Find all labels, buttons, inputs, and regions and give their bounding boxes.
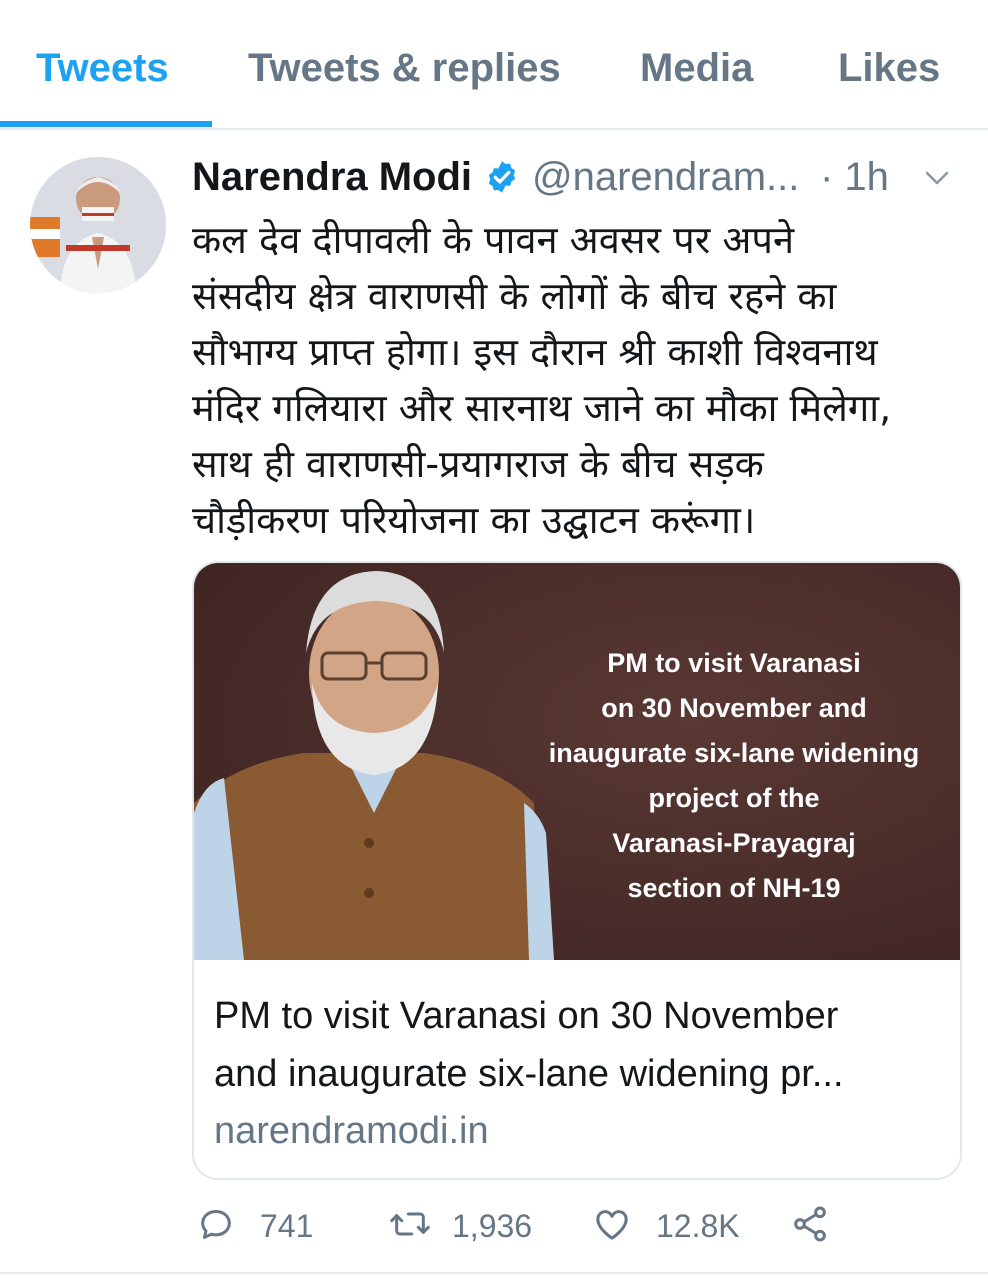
tweet-actions: 741 1,936 12.8K [192,1198,892,1254]
profile-tabs: Tweets Tweets & replies Media Likes [0,0,988,130]
card-title-line: PM to visit Varanasi on 30 November [214,995,839,1037]
like-icon [596,1210,628,1240]
share-button[interactable] [790,1198,846,1254]
author-name[interactable]: Narendra Modi [192,151,472,203]
verified-badge-icon [488,161,516,193]
card-image: PM to visit Varanasi on 30 November and … [194,563,960,960]
card-image-caption-line: section of NH-19 [627,873,841,903]
card-image-caption-line: Varanasi-Prayagraj [612,828,856,858]
tweet-text-line: साथ ही वाराणसी-प्रयागराज के बीच सड़क [192,442,764,486]
tab-tweets[interactable]: Tweets [36,46,169,91]
share-icon [794,1206,826,1242]
tab-likes[interactable]: Likes [838,46,940,91]
card-title-line: and inaugurate six-lane widening pr... [214,1053,844,1095]
card-image-caption: PM to visit Varanasi on 30 November and … [524,641,944,911]
card-image-caption-line: project of the [648,783,820,813]
card-title: PM to visit Varanasi on 30 November and … [214,987,944,1103]
tab-tweets-and-replies[interactable]: Tweets & replies [248,46,561,91]
tweet-text-line: चौड़ीकरण परियोजना का उद्घाटन करूंगा। [192,498,756,542]
reply-count: 741 [260,1208,314,1244]
tweet-text-line: सौभाग्य प्राप्त होगा। इस दौरान श्री काशी… [192,330,878,374]
card-image-caption-line: on 30 November and [601,693,867,723]
tweet-text-line: कल देव दीपावली के पावन अवसर पर अपने [192,218,795,262]
active-tab-indicator [0,121,212,127]
retweet-icon [390,1212,430,1236]
tweet-text-line: मंदिर गलियारा और सारनाथ जाने का मौका मिल… [192,386,892,430]
tweet-text: कल देव दीपावली के पावन अवसर पर अपने संसद… [192,212,972,548]
chevron-down-icon[interactable] [922,163,952,193]
avatar-image [30,157,166,293]
retweet-button[interactable]: 1,936 [388,1198,568,1254]
tab-media[interactable]: Media [640,46,753,91]
like-button[interactable]: 12.8K [592,1198,772,1254]
like-count: 12.8K [656,1208,740,1244]
reply-icon [201,1210,231,1239]
author-handle[interactable]: @narendram... [532,151,799,203]
retweet-count: 1,936 [452,1208,533,1244]
card-domain: narendramodi.in [214,1110,489,1152]
card-image-caption-line: inaugurate six-lane widening [548,738,920,768]
tweet-header: Narendra Modi @narendram... · 1h [192,151,972,207]
link-preview-card[interactable]: PM to visit Varanasi on 30 November and … [192,561,962,1180]
divider [0,1272,988,1274]
reply-button[interactable]: 741 [196,1198,336,1254]
avatar[interactable] [30,157,166,293]
tweet-timestamp[interactable]: · 1h [820,151,889,203]
tweet-text-line: संसदीय क्षेत्र वाराणसी के लोगों के बीच र… [192,274,837,318]
card-image-caption-line: PM to visit Varanasi [607,648,861,678]
